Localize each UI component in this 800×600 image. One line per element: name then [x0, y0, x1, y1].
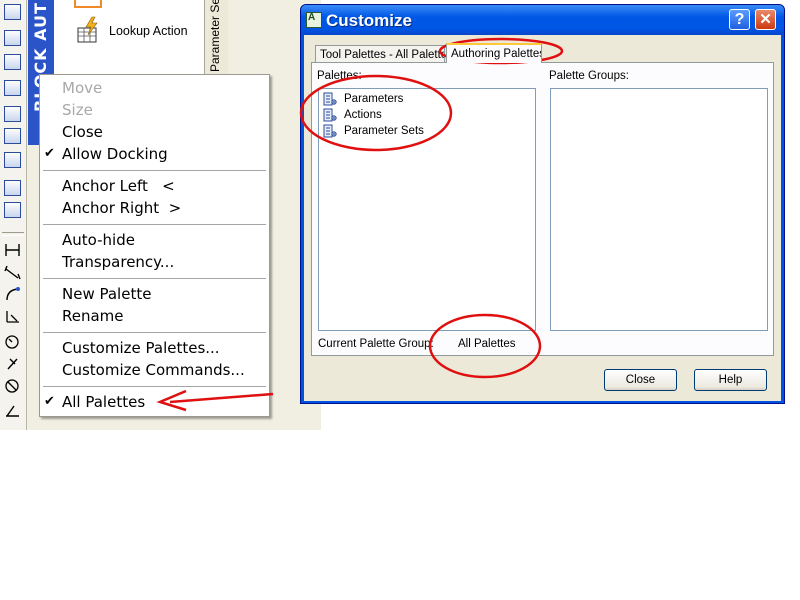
tool-icon-5[interactable] [4, 106, 21, 122]
menu-separator [43, 170, 266, 171]
palette-icon [323, 108, 337, 122]
palette-groups-label: Palette Groups: [549, 70, 629, 82]
menu-item-auto-hide[interactable]: Auto-hide [40, 230, 269, 250]
menu-item-customize-commands[interactable]: Customize Commands... [40, 360, 269, 380]
tool-icon-7[interactable] [4, 152, 21, 168]
lookup-action-icon[interactable] [76, 16, 102, 44]
palette-icon [323, 124, 337, 138]
menu-item-customize-palettes[interactable]: Customize Palettes... [40, 338, 269, 358]
dialog-title-bar[interactable]: A Customize ? ✕ [301, 5, 784, 35]
tool-icon-1[interactable] [4, 4, 21, 20]
menu-separator [43, 332, 266, 333]
palette-icon [323, 92, 337, 106]
strip-divider [2, 232, 24, 236]
tool-icon-8[interactable] [4, 180, 21, 196]
menu-item-allow-docking[interactable]: ✔ Allow Docking [40, 144, 269, 164]
lookup-action-label[interactable]: Lookup Action [109, 24, 188, 38]
palette-groups-list[interactable] [550, 88, 768, 331]
aligned-parameter-icon[interactable] [4, 264, 21, 280]
menu-item-anchor-right[interactable]: Anchor Right > [40, 198, 269, 218]
palettes-list[interactable]: Parameters Actions Parameter Sets [318, 88, 536, 331]
tool-icon-3[interactable] [4, 54, 21, 70]
menu-separator [43, 224, 266, 225]
tool-icon-6[interactable] [4, 128, 21, 144]
palettes-label: Palettes: [317, 70, 362, 82]
palette-context-menu: Move Size Close ✔ Allow Docking Anchor Le… [39, 74, 270, 417]
linear-parameter-icon[interactable] [4, 242, 21, 258]
current-palette-group-label: Current Palette Group: [318, 338, 434, 350]
close-button[interactable]: Close [604, 369, 677, 391]
parameter-sets-tab-label: Parameter Sets [208, 0, 222, 72]
app-icon: A [306, 12, 322, 28]
tool-icon-2[interactable] [4, 30, 21, 46]
base-point-parameter-icon[interactable] [4, 402, 21, 418]
tab-page: Palettes: Palette Groups: Parameters Act… [311, 62, 774, 356]
menu-separator [43, 278, 266, 279]
title-close-button[interactable]: ✕ [755, 9, 776, 30]
menu-item-rename[interactable]: Rename [40, 306, 269, 326]
tab-authoring-palettes[interactable]: Authoring Palettes [446, 43, 542, 63]
xy-parameter-icon[interactable] [4, 308, 21, 324]
toolbar-icon-strip [0, 0, 27, 430]
dialog-client-area: Tool Palettes - All Palettes Authoring P… [304, 35, 781, 401]
tab-tool-palettes[interactable]: Tool Palettes - All Palettes [315, 45, 445, 63]
tool-icon-9[interactable] [4, 202, 21, 218]
menu-item-transparency[interactable]: Transparency... [40, 252, 269, 272]
current-palette-group-value: All Palettes [458, 338, 516, 350]
menu-item-anchor-left[interactable]: Anchor Left < [40, 176, 269, 196]
check-icon: ✔ [44, 146, 55, 161]
tool-icon-4[interactable] [4, 80, 21, 96]
menu-item-new-palette[interactable]: New Palette [40, 284, 269, 304]
action-icon-partial [74, 0, 102, 8]
title-help-button[interactable]: ? [729, 9, 750, 30]
customize-dialog: A Customize ? ✕ Tool Palettes - All Pale… [300, 4, 785, 404]
menu-item-close[interactable]: Close [40, 122, 269, 142]
rotation-parameter-icon[interactable] [4, 334, 21, 350]
menu-item-move: Move [62, 79, 103, 97]
check-icon: ✔ [44, 394, 55, 409]
menu-item-all-palettes[interactable]: ✔ All Palettes [40, 392, 269, 412]
polar-parameter-icon[interactable] [4, 286, 21, 302]
dialog-title: Customize [326, 11, 412, 30]
menu-separator [43, 386, 266, 387]
help-button[interactable]: Help [694, 369, 767, 391]
visibility-parameter-icon[interactable] [4, 378, 21, 394]
menu-item-size: Size [62, 101, 93, 119]
flip-parameter-icon[interactable] [4, 356, 21, 372]
